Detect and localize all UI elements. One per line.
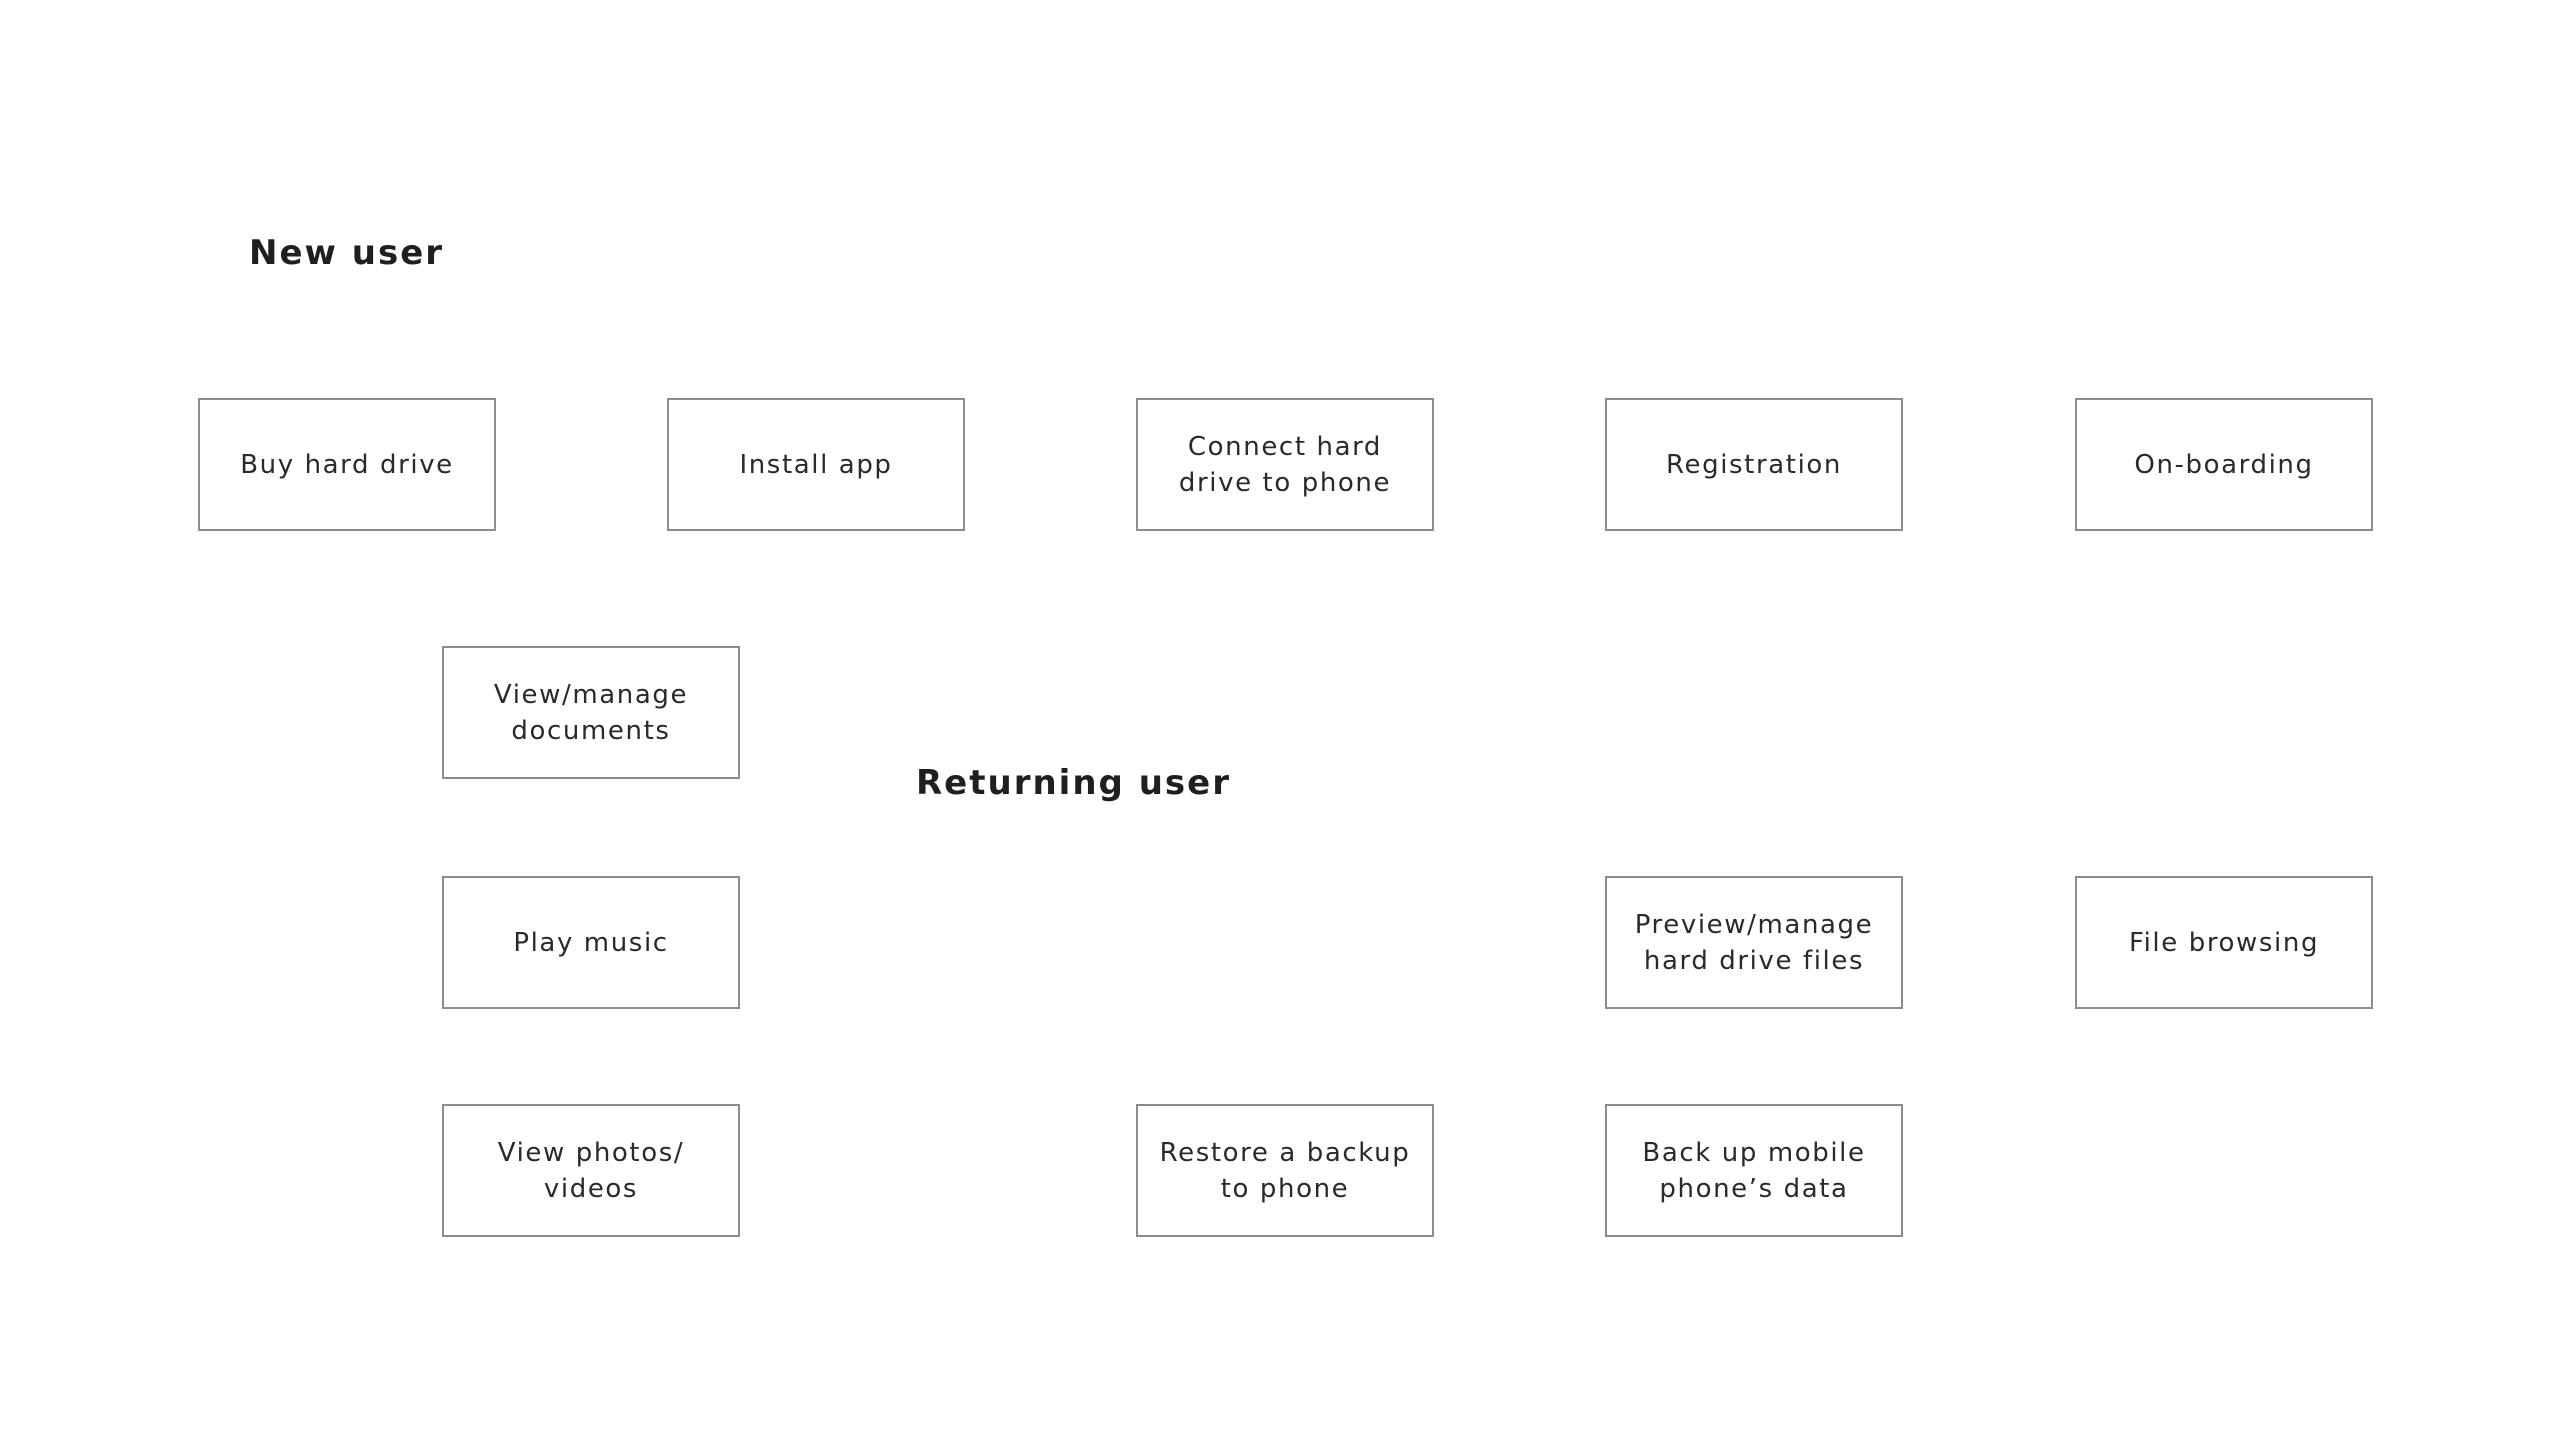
feature-label: Back up mobile phone’s data [1642, 1137, 1866, 1204]
step-buy-hard-drive[interactable]: Buy hard drive [198, 398, 496, 531]
feature-label: File browsing [2128, 927, 2320, 958]
step-connect-hard-drive[interactable]: Connect hard drive to phone [1136, 398, 1434, 531]
returning-user-heading: Returning user [916, 763, 1231, 803]
step-label: Install app [739, 449, 893, 480]
step-registration[interactable]: Registration [1605, 398, 1903, 531]
step-on-boarding[interactable]: On-boarding [2075, 398, 2373, 531]
step-label: Registration [1666, 449, 1842, 480]
feature-label: Restore a backup to phone [1159, 1137, 1411, 1204]
feature-label: Preview/manage hard drive files [1634, 909, 1874, 976]
feature-restore-backup[interactable]: Restore a backup to phone [1136, 1104, 1434, 1237]
feature-view-photos[interactable]: View photos/ videos [442, 1104, 740, 1237]
new-user-heading: New user [249, 233, 445, 273]
step-label: Buy hard drive [240, 449, 454, 480]
feature-label: View photos/ videos [497, 1137, 685, 1204]
feature-file-browsing[interactable]: File browsing [2075, 876, 2373, 1009]
feature-label: Play music [513, 927, 669, 958]
feature-backup-data[interactable]: Back up mobile phone’s data [1605, 1104, 1903, 1237]
feature-preview-files[interactable]: Preview/manage hard drive files [1605, 876, 1903, 1009]
step-install-app[interactable]: Install app [667, 398, 965, 531]
feature-play-music[interactable]: Play music [442, 876, 740, 1009]
step-label: On-boarding [2134, 449, 2314, 480]
step-label: Connect hard drive to phone [1178, 431, 1392, 498]
feature-label: View/manage documents [493, 679, 689, 746]
feature-view-documents[interactable]: View/manage documents [442, 646, 740, 779]
